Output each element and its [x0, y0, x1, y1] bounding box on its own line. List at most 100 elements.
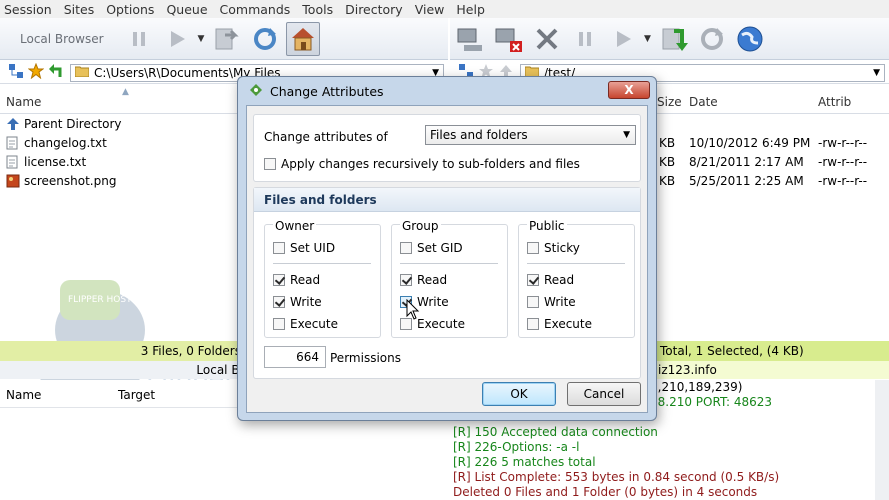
computer-icon — [457, 28, 482, 51]
public-title: Public — [527, 219, 567, 233]
sticky-check[interactable] — [527, 242, 539, 254]
chevron-down-icon[interactable]: ▼ — [198, 34, 205, 44]
remote-col-size[interactable]: Size — [657, 95, 682, 109]
change-attributes-label: Change attributes of — [264, 130, 388, 144]
local-col-name[interactable]: Name — [6, 95, 41, 109]
menu-sites[interactable]: Sites — [64, 2, 95, 17]
group-execute-label: Execute — [417, 317, 465, 331]
remote-play-button[interactable] — [606, 22, 640, 56]
owner-read-checkbox[interactable]: Read — [273, 273, 320, 287]
pause-button[interactable] — [122, 22, 156, 56]
menu-help[interactable]: Help — [456, 2, 485, 17]
network-icon[interactable] — [8, 63, 24, 82]
play-button[interactable] — [160, 22, 194, 56]
owner-group: Owner Set UID Read Write Execute — [264, 219, 381, 338]
home-button[interactable] — [286, 21, 321, 56]
close-button[interactable]: X — [608, 81, 650, 99]
set-uid-check[interactable] — [273, 242, 285, 254]
permissions-input[interactable]: 664 — [264, 346, 326, 368]
queue-col-name[interactable]: Name — [6, 388, 41, 402]
owner-execute-check[interactable] — [273, 318, 285, 330]
file-size: KB — [659, 173, 676, 188]
cancel-button[interactable]: Cancel — [567, 382, 641, 406]
public-write-check[interactable] — [527, 296, 539, 308]
menu-session[interactable]: Session — [4, 2, 52, 17]
file-date: 10/10/2012 6:49 PM — [689, 135, 811, 150]
file-attrib: -rw-r--r-- — [818, 135, 868, 150]
file-name: license.txt — [24, 154, 87, 169]
sticky-checkbox[interactable]: Sticky — [527, 241, 580, 255]
mouse-cursor-icon — [406, 299, 420, 320]
menu-tools[interactable]: Tools — [302, 2, 333, 17]
set-gid-check[interactable] — [400, 242, 412, 254]
divider — [273, 263, 371, 264]
queue-col-target[interactable]: Target — [118, 388, 155, 402]
recursive-checkbox[interactable]: Apply changes recursively to sub-folders… — [264, 157, 580, 171]
owner-execute-checkbox[interactable]: Execute — [273, 317, 338, 331]
public-read-check[interactable] — [527, 274, 539, 286]
connect-button[interactable] — [454, 22, 488, 56]
pause-icon — [579, 31, 591, 46]
star-icon[interactable] — [27, 62, 45, 82]
dialog-title-bar[interactable]: Change Attributes — [238, 77, 656, 105]
remote-pause-button[interactable] — [568, 22, 602, 56]
back-arrow-icon[interactable] — [48, 63, 64, 82]
set-uid-label: Set UID — [290, 241, 336, 255]
change-attributes-select[interactable]: Files and folders ▼ — [425, 125, 636, 145]
public-write-checkbox[interactable]: Write — [527, 295, 576, 309]
pause-icon — [132, 31, 145, 46]
remote-col-attrib[interactable]: Attrib — [818, 95, 851, 109]
refresh-icon — [254, 27, 277, 50]
web-button[interactable] — [733, 22, 767, 56]
local-toolbar: Local Browser ▼ — [0, 18, 448, 60]
refresh-button[interactable] — [248, 22, 282, 56]
ok-button[interactable]: OK — [482, 382, 556, 406]
menu-commands[interactable]: Commands — [220, 2, 291, 17]
log-line: [R] 226-Options: -a -l — [453, 440, 580, 454]
home-icon — [292, 27, 315, 50]
app-icon — [248, 82, 264, 101]
remote-status-text: Total, 1 Selected, (4 KB) — [660, 344, 804, 358]
local-browser-label[interactable]: Local Browser — [20, 32, 104, 46]
menu-directory[interactable]: Directory — [345, 2, 403, 17]
owner-read-check[interactable] — [273, 274, 285, 286]
log-scrollbar[interactable] — [875, 380, 889, 500]
set-uid-checkbox[interactable]: Set UID — [273, 241, 335, 255]
dialog-body: Change attributes of Files and folders ▼… — [246, 105, 648, 413]
log-line: Deleted 0 Files and 1 Folder (0 bytes) i… — [453, 485, 758, 499]
remote-refresh-button[interactable] — [695, 22, 729, 56]
download-button[interactable] — [657, 22, 691, 56]
disconnect-button[interactable] — [492, 22, 526, 56]
recursive-check[interactable] — [264, 158, 276, 170]
section-header: Files and folders — [254, 188, 640, 212]
file-date: 8/21/2011 2:17 AM — [689, 154, 804, 169]
menu-queue[interactable]: Queue — [166, 2, 207, 17]
owner-write-check[interactable] — [273, 296, 285, 308]
refresh-icon — [700, 27, 723, 50]
set-gid-checkbox[interactable]: Set GID — [400, 241, 463, 255]
public-read-checkbox[interactable]: Read — [527, 273, 574, 287]
delete-button[interactable] — [530, 22, 564, 56]
group-read-checkbox[interactable]: Read — [400, 273, 447, 287]
transfer-button[interactable] — [210, 22, 244, 56]
chevron-down-icon[interactable]: ▼ — [644, 34, 651, 44]
up-arrow-icon — [6, 117, 20, 131]
play-icon — [617, 30, 631, 47]
menu-bar: Session Sites Options Queue Commands Too… — [0, 0, 889, 18]
menu-view[interactable]: View — [415, 2, 445, 17]
owner-write-checkbox[interactable]: Write — [273, 295, 322, 309]
remote-host-text: iz123.info — [658, 363, 717, 377]
file-size: KB — [659, 135, 676, 150]
group-read-check[interactable] — [400, 274, 412, 286]
public-execute-checkbox[interactable]: Execute — [527, 317, 592, 331]
image-file-icon — [6, 174, 20, 188]
public-execute-check[interactable] — [527, 318, 539, 330]
public-group: Public Sticky Read Write Execute — [518, 219, 635, 338]
chevron-down-icon[interactable]: ▼ — [873, 68, 880, 78]
transfer-icon — [215, 28, 240, 49]
menu-options[interactable]: Options — [106, 2, 154, 17]
queue-list[interactable] — [0, 408, 448, 500]
divider — [527, 263, 625, 264]
remote-col-date[interactable]: Date — [689, 95, 718, 109]
sort-ascending-icon: ▲ — [122, 87, 129, 97]
